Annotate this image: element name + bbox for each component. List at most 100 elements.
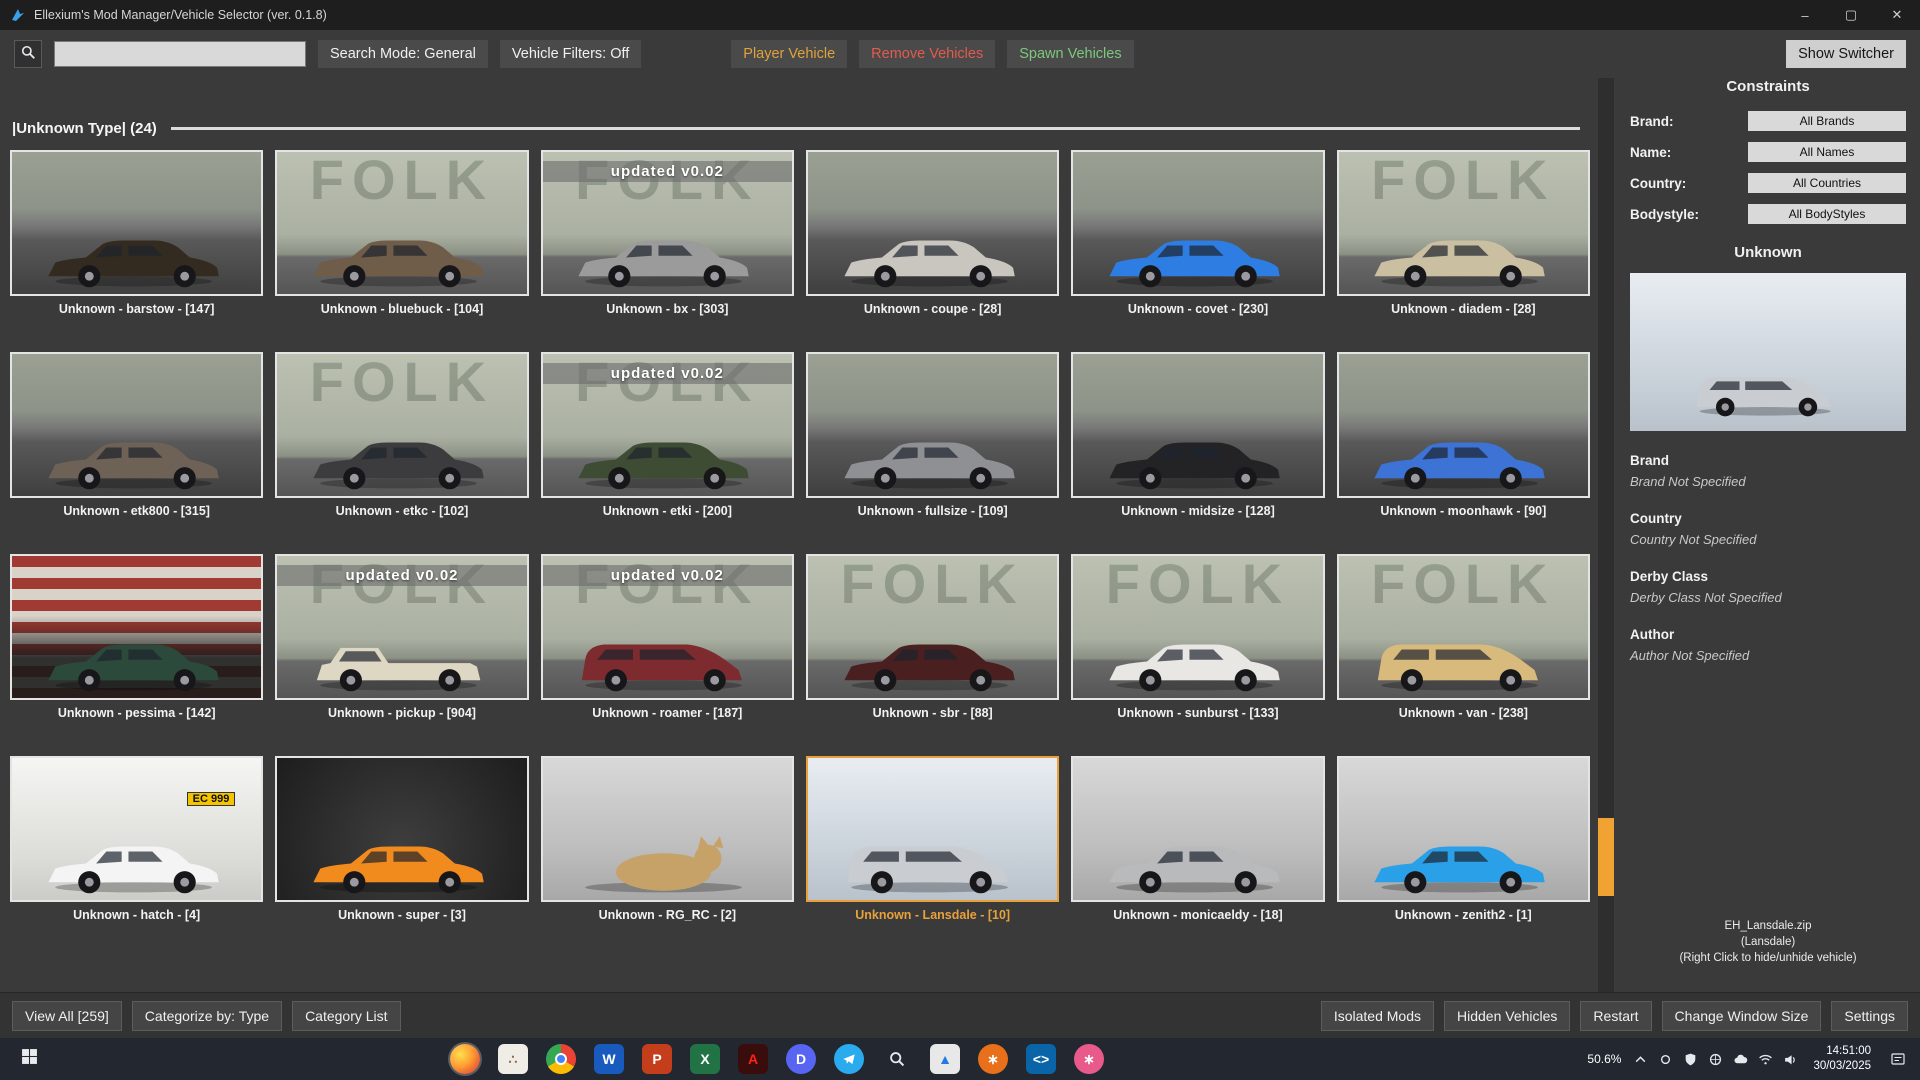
vehicle-card-super[interactable]: Unknown - super - [3] bbox=[275, 756, 528, 922]
vehicle-card-roamer[interactable]: FOLKupdated v0.02 Unknown - roamer - [18… bbox=[541, 554, 794, 720]
orange-dots-app-icon[interactable]: ∗ bbox=[978, 1044, 1008, 1074]
vehicle-card-midsize[interactable]: Unknown - midsize - [128] bbox=[1071, 352, 1324, 518]
minimize-button[interactable]: – bbox=[1782, 0, 1828, 30]
selected-vehicle-preview[interactable] bbox=[1630, 273, 1906, 431]
vehicle-image bbox=[1361, 422, 1565, 490]
clock-date: 30/03/2025 bbox=[1813, 1059, 1871, 1074]
vehicle-image bbox=[34, 826, 238, 894]
vehicle-image bbox=[830, 624, 1034, 692]
vehicle-image bbox=[1096, 624, 1300, 692]
close-button[interactable]: ✕ bbox=[1874, 0, 1920, 30]
volume-icon[interactable] bbox=[1782, 1051, 1798, 1067]
window-title: Ellexium's Mod Manager/Vehicle Selector … bbox=[34, 8, 327, 22]
constraint-filters: Brand:All BrandsName:All NamesCountry:Al… bbox=[1630, 111, 1906, 224]
vehicle-card-etk800[interactable]: Unknown - etk800 - [315] bbox=[10, 352, 263, 518]
vehicle-card-label: Unknown - barstow - [147] bbox=[10, 302, 263, 316]
vehicle-card-etki[interactable]: FOLKupdated v0.02 Unknown - etki - [200] bbox=[541, 352, 794, 518]
chrome-icon[interactable] bbox=[546, 1044, 576, 1074]
vehicle-card-zenith2[interactable]: Unknown - zenith2 - [1] bbox=[1337, 756, 1590, 922]
search-mode-button[interactable]: Search Mode: General bbox=[318, 40, 488, 68]
action-center-icon[interactable] bbox=[1888, 1049, 1908, 1069]
vehicle-thumbnail bbox=[1071, 150, 1324, 296]
vehicle-card-pickup[interactable]: FOLKupdated v0.02 Unknown - pickup - [90… bbox=[275, 554, 528, 720]
isolated-mods-button[interactable]: Isolated Mods bbox=[1321, 1001, 1434, 1031]
search-input[interactable] bbox=[54, 41, 306, 67]
cloud-icon[interactable] bbox=[1732, 1051, 1748, 1067]
shield-icon[interactable] bbox=[1682, 1051, 1698, 1067]
scrollbar-thumb[interactable] bbox=[1598, 818, 1614, 896]
hidden-vehicles-button[interactable]: Hidden Vehicles bbox=[1444, 1001, 1570, 1031]
discord-icon[interactable]: D bbox=[786, 1044, 816, 1074]
vehicle-card-covet[interactable]: Unknown - covet - [230] bbox=[1071, 150, 1324, 316]
vehicle-card-rg-rc[interactable]: Unknown - RG_RC - [2] bbox=[541, 756, 794, 922]
vehicle-card-moonhawk[interactable]: Unknown - moonhawk - [90] bbox=[1337, 352, 1590, 518]
vehicle-thumbnail bbox=[10, 150, 263, 296]
start-button[interactable] bbox=[8, 1038, 50, 1080]
vehicle-image bbox=[1361, 220, 1565, 288]
change-window-size-button[interactable]: Change Window Size bbox=[1662, 1001, 1822, 1031]
globe-icon[interactable] bbox=[1707, 1051, 1723, 1067]
firefox-icon[interactable] bbox=[450, 1044, 480, 1074]
show-switcher-button[interactable]: Show Switcher bbox=[1786, 40, 1906, 68]
vehicle-thumbnail bbox=[1337, 352, 1590, 498]
all-bodystyles-button[interactable]: All BodyStyles bbox=[1748, 204, 1906, 224]
player-vehicle-button[interactable]: Player Vehicle bbox=[731, 40, 847, 68]
vehicle-card-lansdale[interactable]: Unknown - Lansdale - [10] bbox=[806, 756, 1059, 922]
acrobat-icon[interactable]: A bbox=[738, 1044, 768, 1074]
all-names-button[interactable]: All Names bbox=[1748, 142, 1906, 162]
paw-app-icon[interactable]: ∴ bbox=[498, 1044, 528, 1074]
all-brands-button[interactable]: All Brands bbox=[1748, 111, 1906, 131]
vehicle-image bbox=[300, 422, 504, 490]
all-countries-button[interactable]: All Countries bbox=[1748, 173, 1906, 193]
file-info-line: (Right Click to hide/unhide vehicle) bbox=[1630, 950, 1906, 966]
vehicle-thumbnail bbox=[806, 150, 1059, 296]
pink-dots-app-icon[interactable]: ∗ bbox=[1074, 1044, 1104, 1074]
search-icon[interactable] bbox=[882, 1044, 912, 1074]
category-list-button[interactable]: Category List bbox=[292, 1001, 400, 1031]
vehicle-card-etkc[interactable]: FOLK Unknown - etkc - [102] bbox=[275, 352, 528, 518]
vehicle-card-hatch[interactable]: EC 999 Unknown - hatch - [4] bbox=[10, 756, 263, 922]
vscode-icon[interactable]: <> bbox=[1026, 1044, 1056, 1074]
remove-vehicles-button[interactable]: Remove Vehicles bbox=[859, 40, 995, 68]
clock[interactable]: 14:51:00 30/03/2025 bbox=[1813, 1044, 1871, 1074]
vehicle-image bbox=[1361, 826, 1565, 894]
vehicle-card-van[interactable]: FOLK Unknown - van - [238] bbox=[1337, 554, 1590, 720]
vehicle-card-diadem[interactable]: FOLK Unknown - diadem - [28] bbox=[1337, 150, 1590, 316]
vehicle-thumbnail bbox=[541, 756, 794, 902]
spawn-vehicles-button[interactable]: Spawn Vehicles bbox=[1007, 40, 1133, 68]
status-dot-icon[interactable] bbox=[1657, 1051, 1673, 1067]
wifi-icon[interactable] bbox=[1757, 1051, 1773, 1067]
word-icon[interactable]: W bbox=[594, 1044, 624, 1074]
search-icon-button[interactable] bbox=[14, 40, 42, 68]
vehicle-card-monicaeldy[interactable]: Unknown - monicaeldy - [18] bbox=[1071, 756, 1324, 922]
vertical-scrollbar[interactable] bbox=[1598, 78, 1614, 992]
windows-logo-icon bbox=[21, 1048, 38, 1070]
vehicle-image bbox=[565, 826, 769, 894]
system-tray: 50.6% 14:51:00 30/03/2025 bbox=[1587, 1044, 1912, 1074]
excel-icon[interactable]: X bbox=[690, 1044, 720, 1074]
categorize-by-type-button[interactable]: Categorize by: Type bbox=[132, 1001, 282, 1031]
vehicle-card-pessima[interactable]: Unknown - pessima - [142] bbox=[10, 554, 263, 720]
settings-button[interactable]: Settings bbox=[1831, 1001, 1908, 1031]
telegram-icon[interactable] bbox=[834, 1044, 864, 1074]
vehicle-card-coupe[interactable]: Unknown - coupe - [28] bbox=[806, 150, 1059, 316]
vehicle-card-bluebuck[interactable]: FOLK Unknown - bluebuck - [104] bbox=[275, 150, 528, 316]
vehicle-filters-button[interactable]: Vehicle Filters: Off bbox=[500, 40, 641, 68]
view-all-259-button[interactable]: View All [259] bbox=[12, 1001, 122, 1031]
vehicle-card-label: Unknown - coupe - [28] bbox=[806, 302, 1059, 316]
maximize-button[interactable]: ▢ bbox=[1828, 0, 1874, 30]
window-controls: – ▢ ✕ bbox=[1782, 0, 1920, 30]
photos-icon[interactable]: ▲ bbox=[930, 1044, 960, 1074]
vehicle-card-barstow[interactable]: Unknown - barstow - [147] bbox=[10, 150, 263, 316]
vehicle-thumbnail: FOLKupdated v0.02 bbox=[275, 554, 528, 700]
chevron-up-icon[interactable] bbox=[1632, 1051, 1648, 1067]
vehicle-card-bx[interactable]: FOLKupdated v0.02 Unknown - bx - [303] bbox=[541, 150, 794, 316]
restart-button[interactable]: Restart bbox=[1580, 1001, 1651, 1031]
powerpoint-icon[interactable]: P bbox=[642, 1044, 672, 1074]
vehicle-card-label: Unknown - etkc - [102] bbox=[275, 504, 528, 518]
updated-banner: updated v0.02 bbox=[543, 363, 792, 384]
vehicle-card-sunburst[interactable]: FOLK Unknown - sunburst - [133] bbox=[1071, 554, 1324, 720]
vehicle-card-sbr[interactable]: FOLK Unknown - sbr - [88] bbox=[806, 554, 1059, 720]
vehicle-card-fullsize[interactable]: Unknown - fullsize - [109] bbox=[806, 352, 1059, 518]
vehicle-card-label: Unknown - Lansdale - [10] bbox=[806, 908, 1059, 922]
